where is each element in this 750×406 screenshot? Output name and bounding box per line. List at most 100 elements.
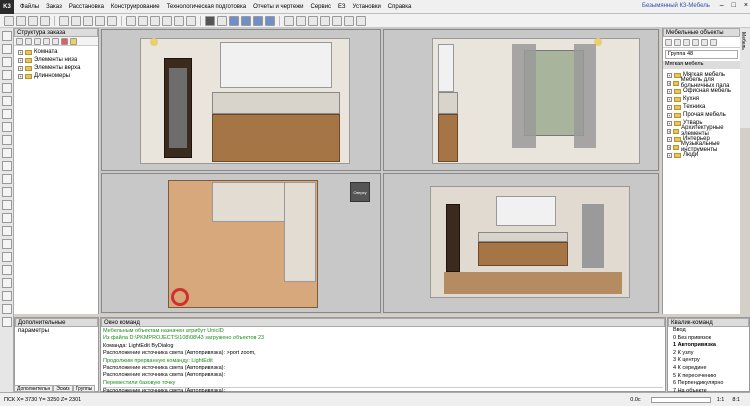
text-tool-icon[interactable] bbox=[2, 122, 12, 132]
tree-tool-icon[interactable] bbox=[2, 226, 12, 236]
tree-item-lower-elements[interactable]: + Элементы низа bbox=[18, 56, 94, 64]
minimize-button[interactable]: – bbox=[720, 2, 724, 9]
grid-view-icon[interactable] bbox=[692, 39, 699, 46]
tree-item-appliances[interactable]: + Техника bbox=[667, 103, 736, 111]
snap-option[interactable]: 1 Автопривязка bbox=[668, 342, 749, 350]
tab-additional[interactable]: Дополнительн bbox=[14, 385, 54, 392]
tree-item-kitchen[interactable]: + Кухня bbox=[667, 95, 736, 103]
group-select[interactable]: Группа 48 bbox=[665, 50, 738, 59]
snap-option[interactable]: 4 К середине bbox=[668, 365, 749, 373]
menu-item-reports[interactable]: Отчеты и чертежи bbox=[253, 4, 303, 10]
material-tool-icon[interactable] bbox=[2, 187, 12, 197]
tree-item-long-items[interactable]: + Длинномеры bbox=[18, 72, 94, 80]
search-icon[interactable] bbox=[52, 38, 59, 45]
expand-toggle-icon[interactable]: + bbox=[667, 88, 672, 94]
expand-toggle-icon[interactable]: + bbox=[667, 72, 672, 78]
menu-item-help[interactable]: Справка bbox=[388, 4, 412, 10]
expand-toggle-icon[interactable]: + bbox=[667, 128, 672, 134]
array-icon[interactable] bbox=[174, 15, 184, 26]
zoom-all-icon[interactable] bbox=[320, 15, 330, 26]
refresh-icon[interactable] bbox=[16, 38, 23, 45]
expand-toggle-icon[interactable]: + bbox=[667, 152, 672, 158]
layer-tool-icon[interactable] bbox=[2, 148, 12, 158]
cursor-tool-icon[interactable] bbox=[2, 31, 12, 41]
circle-tool-icon[interactable] bbox=[2, 70, 12, 80]
viewport-plan[interactable]: Сверху bbox=[101, 173, 381, 313]
rect-tool-icon[interactable] bbox=[2, 57, 12, 67]
wall-tool-icon[interactable] bbox=[2, 96, 12, 106]
pan-icon[interactable] bbox=[332, 15, 342, 26]
osnap-tool-icon[interactable] bbox=[2, 304, 12, 314]
menu-item-files[interactable]: Файлы bbox=[20, 4, 39, 10]
home-icon[interactable] bbox=[683, 39, 690, 46]
tree-item-room[interactable]: + Комната bbox=[18, 48, 94, 56]
line-tool-icon[interactable] bbox=[2, 44, 12, 54]
remove-icon[interactable] bbox=[61, 38, 68, 45]
view-iso-icon[interactable] bbox=[265, 15, 275, 26]
rotate-icon[interactable] bbox=[150, 15, 160, 26]
filter-icon[interactable] bbox=[43, 38, 50, 45]
menu-item-e3[interactable]: ЕЗ bbox=[338, 4, 346, 10]
viewport-front[interactable] bbox=[101, 29, 381, 171]
viewport-side[interactable] bbox=[383, 29, 659, 171]
arc-tool-icon[interactable] bbox=[2, 83, 12, 93]
expand-toggle-icon[interactable]: + bbox=[667, 104, 672, 110]
snap-tool-icon[interactable] bbox=[2, 252, 12, 262]
light-source-icon[interactable] bbox=[150, 38, 158, 46]
tree-item-other[interactable]: + Прочая мебель bbox=[667, 111, 736, 119]
viewport-3d[interactable] bbox=[383, 173, 659, 313]
menu-item-settings[interactable]: Установки bbox=[353, 4, 381, 10]
redo-icon[interactable] bbox=[107, 15, 117, 26]
tab-furniture[interactable]: Мебель bbox=[740, 28, 746, 50]
copy-icon[interactable] bbox=[71, 15, 81, 26]
axis-icon[interactable] bbox=[284, 15, 294, 26]
settings-tool-icon[interactable] bbox=[2, 317, 12, 327]
expand-toggle-icon[interactable]: + bbox=[667, 80, 672, 86]
expand-toggle-icon[interactable]: + bbox=[667, 120, 672, 126]
properties-tool-icon[interactable] bbox=[2, 213, 12, 223]
open-file-icon[interactable] bbox=[16, 15, 26, 26]
snap-option[interactable]: 3 К центру bbox=[668, 357, 749, 365]
view-compass-icon[interactable]: Сверху bbox=[350, 182, 370, 202]
mirror-icon[interactable] bbox=[162, 15, 172, 26]
expand-toggle-icon[interactable]: + bbox=[667, 96, 672, 102]
snap-option[interactable]: 6 Перпендикулярно bbox=[668, 380, 749, 388]
close-button[interactable]: × bbox=[744, 2, 748, 9]
camera-tool-icon[interactable] bbox=[2, 200, 12, 210]
tree-item-hospital[interactable]: + Мебель для больничных пала bbox=[667, 77, 736, 89]
layout-grid-icon[interactable] bbox=[217, 15, 227, 26]
tree-item-upper-elements[interactable]: + Элементы верха bbox=[18, 64, 94, 72]
select-icon[interactable] bbox=[126, 15, 136, 26]
undo-icon[interactable] bbox=[95, 15, 105, 26]
forward-icon[interactable] bbox=[674, 39, 681, 46]
new-file-icon[interactable] bbox=[4, 15, 14, 26]
expand-toggle-icon[interactable]: + bbox=[667, 136, 672, 142]
tab-sketch[interactable]: Эскиз bbox=[53, 385, 73, 392]
menu-item-tech-prep[interactable]: Технологическая подготовка bbox=[167, 4, 247, 10]
back-icon[interactable] bbox=[665, 39, 672, 46]
orbit-icon[interactable] bbox=[344, 15, 354, 26]
highlight-icon[interactable] bbox=[70, 38, 77, 45]
expand-toggle-icon[interactable]: + bbox=[18, 57, 23, 63]
save-icon[interactable] bbox=[28, 15, 38, 26]
snap-option[interactable]: Ввод bbox=[668, 327, 749, 335]
expand-toggle-icon[interactable]: + bbox=[18, 65, 23, 71]
snap-option[interactable]: 2 К узлу bbox=[668, 350, 749, 358]
expand-toggle-icon[interactable]: + bbox=[667, 144, 672, 150]
layout-single-icon[interactable] bbox=[205, 15, 215, 26]
delete-icon[interactable] bbox=[186, 15, 196, 26]
zoom-window-icon[interactable] bbox=[296, 15, 306, 26]
expand-icon[interactable] bbox=[25, 38, 32, 45]
cut-icon[interactable] bbox=[59, 15, 69, 26]
expand-toggle-icon[interactable]: + bbox=[667, 112, 672, 118]
tree-item-architecture[interactable]: + Архитектурные элементы bbox=[667, 125, 736, 137]
snap-option[interactable]: 0 Без привязок bbox=[668, 335, 749, 343]
tree-item-music[interactable]: + Музыкальные инструменты bbox=[667, 141, 736, 153]
search-icon[interactable] bbox=[710, 39, 717, 46]
tab-groups[interactable]: Группы bbox=[72, 385, 96, 392]
dimension-tool-icon[interactable] bbox=[2, 109, 12, 119]
tree-item-office[interactable]: + Офисная мебель bbox=[667, 87, 736, 95]
menu-item-service[interactable]: Сервис bbox=[311, 4, 332, 10]
grid-tool-icon[interactable] bbox=[2, 265, 12, 275]
print-icon[interactable] bbox=[40, 15, 50, 26]
